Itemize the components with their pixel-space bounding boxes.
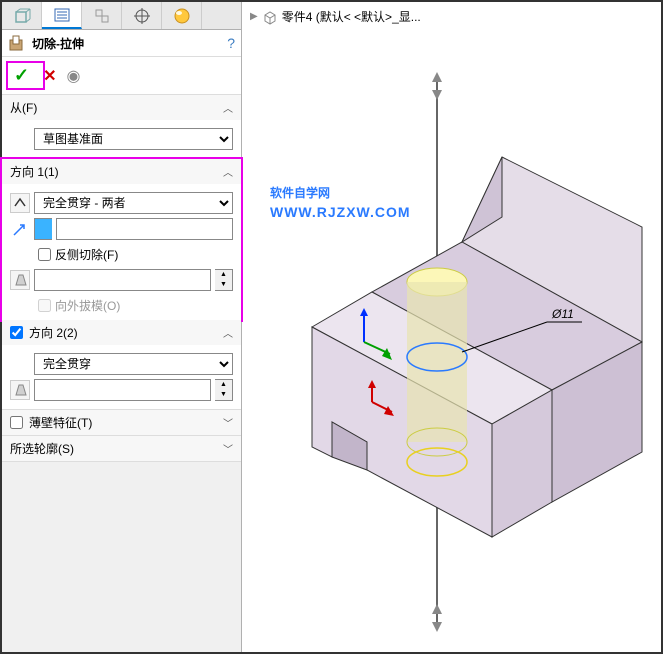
property-panel: 切除-拉伸 ? ✓ ✕ ◉ 从(F) ︿ 草图基准面 方向 1(1) ︿ 完全贯…	[2, 2, 242, 652]
tab-appearance[interactable]	[162, 2, 202, 29]
feature-title: 切除-拉伸	[32, 35, 227, 52]
section-from: 从(F) ︿ 草图基准面	[2, 95, 241, 159]
chevron-up-icon: ︿	[223, 100, 233, 115]
tab-feature[interactable]	[2, 2, 42, 29]
section-contours: 所选轮廓(S) ﹀	[2, 436, 241, 462]
thin-enable-checkbox[interactable]	[10, 416, 23, 429]
section-dir1-header[interactable]: 方向 1(1) ︿	[2, 159, 241, 184]
section-thin-header[interactable]: 薄壁特征(T) ﹀	[2, 410, 241, 435]
dir1-direction-field[interactable]	[56, 218, 233, 240]
panel-tabs	[2, 2, 241, 30]
section-dir1: 方向 1(1) ︿ 完全贯穿 - 两者 反侧切除(F) ▲▼	[0, 157, 243, 322]
dir2-draft-button[interactable]	[10, 380, 30, 400]
dir1-active-marker	[34, 218, 52, 240]
spin-up-icon[interactable]: ▲	[215, 380, 232, 390]
chevron-up-icon: ︿	[223, 325, 233, 340]
from-plane-select[interactable]: 草图基准面	[34, 128, 233, 150]
dir2-draft-field[interactable]	[34, 379, 211, 401]
section-dir2-header[interactable]: 方向 2(2) ︿	[2, 320, 241, 345]
spin-down-icon[interactable]: ▼	[215, 390, 232, 400]
reverse-direction-button[interactable]	[10, 193, 30, 213]
reverse-icon	[13, 196, 27, 210]
dir1-reverse-cut-label: 反侧切除(F)	[55, 246, 118, 263]
cube-icon	[13, 7, 31, 25]
direction-vector-icon	[10, 219, 30, 239]
cut-preview-cylinder	[407, 268, 467, 456]
section-thin-title: 薄壁特征(T)	[29, 414, 223, 431]
list-icon	[53, 6, 71, 24]
spin-down-icon[interactable]: ▼	[215, 280, 232, 290]
dir2-end-condition-select[interactable]: 完全贯穿	[34, 353, 233, 375]
dir1-end-condition-select[interactable]: 完全贯穿 - 两者	[34, 192, 233, 214]
dir1-draft-field[interactable]	[34, 269, 211, 291]
help-icon[interactable]: ?	[227, 35, 235, 51]
sphere-icon	[173, 7, 191, 25]
preview-icon[interactable]: ◉	[67, 66, 81, 86]
section-contours-header[interactable]: 所选轮廓(S) ﹀	[2, 436, 241, 461]
section-dir1-title: 方向 1(1)	[10, 163, 223, 180]
dir2-draft-spinner[interactable]: ▲▼	[215, 379, 233, 401]
draft-button[interactable]	[10, 270, 30, 290]
draft-icon	[13, 383, 27, 397]
section-thin: 薄壁特征(T) ﹀	[2, 410, 241, 436]
tab-dimxpert[interactable]	[122, 2, 162, 29]
cancel-button[interactable]: ✕	[43, 66, 56, 86]
dir1-reverse-cut-checkbox[interactable]	[38, 248, 51, 261]
cut-extrude-icon	[8, 34, 26, 52]
chevron-down-icon: ﹀	[223, 415, 233, 430]
dir1-draft-outward-checkbox	[38, 299, 51, 312]
viewport-3d[interactable]: Ø11	[242, 2, 663, 652]
ok-button[interactable]: ✓	[10, 65, 33, 85]
section-from-header[interactable]: 从(F) ︿	[2, 95, 241, 120]
section-from-title: 从(F)	[10, 99, 223, 116]
feature-header: 切除-拉伸 ?	[2, 30, 241, 57]
draft-icon	[13, 273, 27, 287]
config-icon	[93, 7, 111, 25]
dimension-text[interactable]: Ø11	[551, 307, 574, 321]
dir2-enable-checkbox[interactable]	[10, 326, 23, 339]
chevron-up-icon: ︿	[223, 164, 233, 179]
section-dir2: 方向 2(2) ︿ 完全贯穿 ▲▼	[2, 320, 241, 410]
target-icon	[133, 7, 151, 25]
dir1-draft-outward-label: 向外拔模(O)	[55, 297, 120, 314]
action-bar: ✓ ✕ ◉	[2, 57, 241, 95]
section-contours-title: 所选轮廓(S)	[10, 440, 223, 457]
spin-up-icon[interactable]: ▲	[215, 270, 232, 280]
tab-property[interactable]	[42, 2, 82, 29]
dir1-draft-spinner[interactable]: ▲▼	[215, 269, 233, 291]
tab-config[interactable]	[82, 2, 122, 29]
chevron-down-icon: ﹀	[223, 441, 233, 456]
section-dir2-title: 方向 2(2)	[29, 324, 223, 341]
